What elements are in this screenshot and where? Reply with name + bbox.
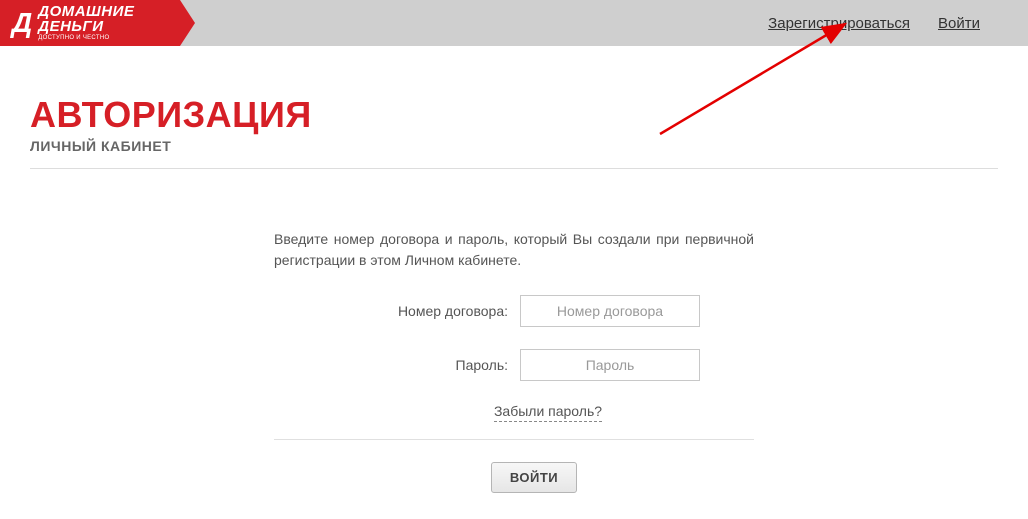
contract-input[interactable] [520,295,700,327]
password-row: Пароль: [274,349,754,381]
page-title: АВТОРИЗАЦИЯ [30,94,998,136]
logo-text: ДОМАШНИЕ ДЕНЬГИ ДОСТУПНО И ЧЕСТНО [38,4,134,41]
form-divider [274,439,754,440]
logo-icon: Д [12,7,32,39]
main-content: АВТОРИЗАЦИЯ ЛИЧНЫЙ КАБИНЕТ Введите номер… [0,46,1028,493]
login-form: Введите номер договора и пароль, который… [274,229,754,493]
password-label: Пароль: [328,357,508,373]
contract-label: Номер договора: [328,303,508,319]
password-input[interactable] [520,349,700,381]
header: Д ДОМАШНИЕ ДЕНЬГИ ДОСТУПНО И ЧЕСТНО Заре… [0,0,1028,46]
login-link[interactable]: Войти [938,15,980,32]
register-link[interactable]: Зарегистрироваться [768,15,910,32]
divider [30,168,998,169]
form-instruction: Введите номер договора и пароль, который… [274,229,754,271]
contract-row: Номер договора: [274,295,754,327]
logo[interactable]: Д ДОМАШНИЕ ДЕНЬГИ ДОСТУПНО И ЧЕСТНО [0,0,195,46]
page-subtitle: ЛИЧНЫЙ КАБИНЕТ [30,138,998,154]
submit-button[interactable]: ВОЙТИ [491,462,577,493]
forgot-password-link[interactable]: Забыли пароль? [494,403,602,422]
nav-links: Зарегистрироваться Войти [768,15,1028,32]
